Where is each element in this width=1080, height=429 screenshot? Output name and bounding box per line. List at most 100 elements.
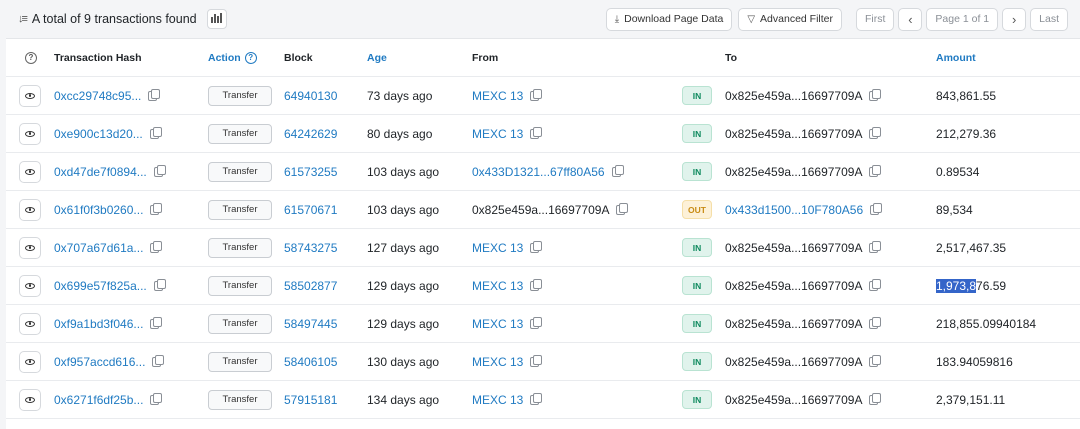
- from-address[interactable]: MEXC 13: [472, 127, 523, 141]
- header-age[interactable]: Age: [367, 39, 387, 76]
- block-link[interactable]: 58502877: [284, 279, 337, 293]
- tx-hash-link[interactable]: 0xd47de7f0894...: [54, 165, 147, 179]
- copy-icon[interactable]: [869, 354, 882, 367]
- copy-icon[interactable]: [616, 202, 629, 215]
- copy-icon[interactable]: [869, 392, 882, 405]
- action-badge[interactable]: Transfer: [208, 237, 272, 258]
- copy-icon[interactable]: [150, 316, 163, 329]
- eye-icon[interactable]: [19, 350, 41, 373]
- transactions-table: ? Transaction Hash Action? Block Age Fro…: [6, 38, 1080, 429]
- to-address[interactable]: 0x825e459a...16697709A: [725, 279, 862, 293]
- bar-chart-icon[interactable]: [206, 9, 227, 29]
- copy-icon[interactable]: [150, 202, 163, 215]
- direction-badge: IN: [682, 314, 712, 333]
- copy-icon[interactable]: [530, 88, 543, 101]
- prev-page-button[interactable]: ‹: [898, 7, 923, 31]
- amount-value: 2,379,151.11: [936, 392, 1006, 407]
- action-badge[interactable]: Transfer: [208, 351, 272, 372]
- from-address[interactable]: MEXC 13: [472, 355, 523, 369]
- from-address[interactable]: MEXC 13: [472, 241, 523, 255]
- tx-hash-link[interactable]: 0xf957accd616...: [54, 355, 145, 369]
- download-page-data-button[interactable]: ⤓ Download Page Data: [605, 7, 733, 31]
- amount-value: 89,534: [936, 202, 973, 217]
- from-address[interactable]: MEXC 13: [472, 89, 523, 103]
- action-badge[interactable]: Transfer: [208, 161, 272, 182]
- copy-icon[interactable]: [530, 240, 543, 253]
- copy-icon[interactable]: [869, 278, 882, 291]
- copy-icon[interactable]: [153, 278, 166, 291]
- tx-hash-link[interactable]: 0x707a67d61a...: [54, 241, 143, 255]
- copy-icon[interactable]: [530, 354, 543, 367]
- copy-icon[interactable]: [611, 164, 624, 177]
- action-badge[interactable]: Transfer: [208, 85, 272, 106]
- tx-hash-link[interactable]: 0xcc29748c95...: [54, 89, 141, 103]
- copy-icon[interactable]: [148, 88, 161, 101]
- copy-icon[interactable]: [869, 240, 882, 253]
- copy-icon[interactable]: [869, 126, 882, 139]
- copy-icon[interactable]: [149, 126, 162, 139]
- to-address[interactable]: 0x825e459a...16697709A: [725, 241, 862, 255]
- copy-icon[interactable]: [869, 316, 882, 329]
- advanced-filter-button[interactable]: ▽ Advanced Filter: [738, 7, 842, 31]
- block-link[interactable]: 61573255: [284, 165, 337, 179]
- eye-icon[interactable]: [19, 388, 41, 411]
- action-badge[interactable]: Transfer: [208, 123, 272, 144]
- header-amount[interactable]: Amount: [936, 39, 976, 76]
- copy-icon[interactable]: [530, 126, 543, 139]
- copy-icon[interactable]: [869, 88, 882, 101]
- from-address[interactable]: MEXC 13: [472, 279, 523, 293]
- block-link[interactable]: 57915181: [284, 393, 337, 407]
- eye-icon[interactable]: [19, 198, 41, 221]
- copy-icon[interactable]: [530, 316, 543, 329]
- tx-hash-link[interactable]: 0x699e57f825a...: [54, 279, 147, 293]
- tx-hash-link[interactable]: 0x6271f6df25b...: [54, 393, 143, 407]
- action-badge[interactable]: Transfer: [208, 389, 272, 410]
- block-link[interactable]: 58497445: [284, 317, 337, 331]
- eye-icon[interactable]: [19, 274, 41, 297]
- header-action[interactable]: Action?: [208, 39, 257, 76]
- to-address[interactable]: 0x825e459a...16697709A: [725, 355, 862, 369]
- first-page-button[interactable]: First: [856, 7, 895, 31]
- direction-badge: OUT: [682, 200, 712, 219]
- eye-icon[interactable]: [19, 236, 41, 259]
- copy-icon[interactable]: [150, 392, 163, 405]
- block-link[interactable]: 61570671: [284, 203, 337, 217]
- action-badge[interactable]: Transfer: [208, 275, 272, 296]
- copy-icon[interactable]: [870, 202, 883, 215]
- to-address[interactable]: 0x825e459a...16697709A: [725, 393, 862, 407]
- last-page-button[interactable]: Last: [1030, 7, 1068, 31]
- table-row: 0x699e57f825a... Transfer 58502877 129 d…: [6, 267, 1080, 305]
- copy-icon[interactable]: [530, 278, 543, 291]
- block-link[interactable]: 58406105: [284, 355, 337, 369]
- to-address[interactable]: 0x433d1500...10F780A56: [725, 203, 863, 217]
- block-link[interactable]: 58743275: [284, 241, 337, 255]
- eye-icon[interactable]: [19, 84, 41, 107]
- tx-hash-link[interactable]: 0x61f0f3b0260...: [54, 203, 143, 217]
- question-icon[interactable]: ?: [25, 51, 37, 64]
- action-badge[interactable]: Transfer: [208, 313, 272, 334]
- action-badge[interactable]: Transfer: [208, 199, 272, 220]
- copy-icon[interactable]: [152, 354, 165, 367]
- tx-hash-link[interactable]: 0xe900c13d20...: [54, 127, 143, 141]
- copy-icon[interactable]: [153, 164, 166, 177]
- copy-icon[interactable]: [869, 164, 882, 177]
- from-address[interactable]: MEXC 13: [472, 317, 523, 331]
- block-link[interactable]: 64242629: [284, 127, 337, 141]
- eye-icon[interactable]: [19, 160, 41, 183]
- tx-hash-link[interactable]: 0xf9a1bd3f046...: [54, 317, 143, 331]
- eye-icon[interactable]: [19, 312, 41, 335]
- next-page-button[interactable]: ›: [1002, 7, 1027, 31]
- copy-icon[interactable]: [150, 240, 163, 253]
- from-address[interactable]: 0x433D1321...67ff80A56: [472, 165, 605, 179]
- to-address[interactable]: 0x825e459a...16697709A: [725, 127, 862, 141]
- to-address[interactable]: 0x825e459a...16697709A: [725, 317, 862, 331]
- to-address[interactable]: 0x825e459a...16697709A: [725, 165, 862, 179]
- action-help-icon[interactable]: ?: [244, 51, 257, 64]
- from-address[interactable]: MEXC 13: [472, 393, 523, 407]
- eye-icon[interactable]: [19, 122, 41, 145]
- to-address[interactable]: 0x825e459a...16697709A: [725, 89, 862, 103]
- block-link[interactable]: 64940130: [284, 89, 337, 103]
- sort-icon[interactable]: ↓≡: [18, 13, 28, 25]
- copy-icon[interactable]: [530, 392, 543, 405]
- from-address[interactable]: 0x825e459a...16697709A: [472, 203, 609, 217]
